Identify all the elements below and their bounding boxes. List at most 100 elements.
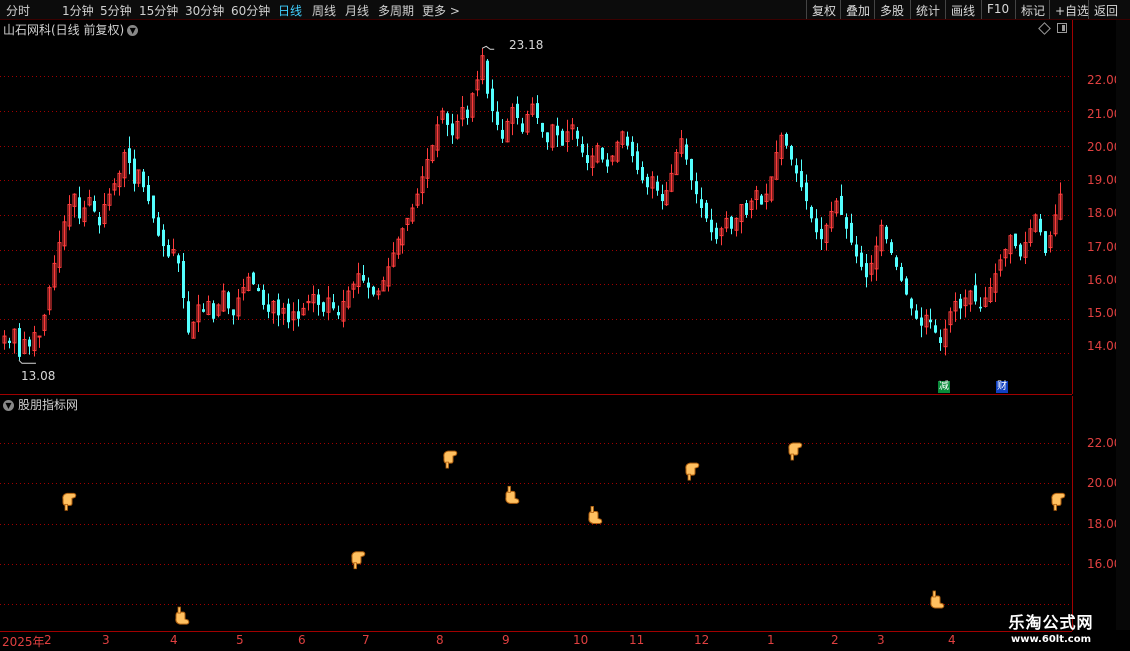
right-scroll-strip[interactable] — [1116, 20, 1130, 630]
reduce-holding-badge[interactable]: 减 — [938, 381, 950, 393]
sell-signal-icon[interactable] — [505, 485, 520, 504]
candle-body — [700, 199, 703, 208]
buy-signal-icon[interactable] — [443, 450, 458, 469]
candle-body — [367, 282, 370, 288]
candle-body — [561, 130, 564, 146]
candle-body — [297, 311, 300, 319]
statistics-button[interactable]: 统计 — [910, 0, 945, 19]
mark-button[interactable]: 标记 — [1015, 0, 1050, 19]
candle-body — [536, 103, 539, 118]
period-tab-more[interactable]: 更多 > — [422, 2, 460, 19]
candle-body — [177, 255, 180, 264]
period-tab-weekly[interactable]: 周线 — [312, 2, 336, 19]
candle-body — [451, 123, 454, 136]
candle-body — [905, 278, 908, 295]
date-axis: 2025年 2 3 4 5 6 7 8 9 10 11 12 1 2 3 4 — [0, 631, 1072, 651]
candle-body — [860, 252, 863, 267]
candle-body — [815, 218, 818, 233]
buy-signal-icon[interactable] — [351, 551, 366, 570]
back-button[interactable]: 返回 — [1088, 0, 1123, 19]
month-label: 12 — [694, 633, 710, 647]
candle-body — [656, 181, 659, 191]
buy-signal-icon[interactable] — [788, 442, 803, 461]
candle-body — [37, 335, 42, 338]
candle-body — [581, 144, 584, 153]
candle-body — [805, 182, 808, 202]
period-tab-daily[interactable]: 日线 — [278, 2, 302, 19]
draw-line-button[interactable]: 画线 — [945, 0, 980, 19]
candle-body — [446, 113, 449, 125]
month-label: 11 — [629, 633, 645, 647]
month-label: 4 — [948, 633, 956, 647]
period-tab-60min[interactable]: 60分钟 — [231, 2, 270, 19]
financial-report-badge[interactable]: 财 — [996, 381, 1008, 393]
high-price-label: 23.18 — [509, 38, 544, 52]
period-tab-5min[interactable]: 5分钟 — [100, 2, 132, 19]
candlestick-chart[interactable] — [0, 20, 1072, 394]
candle-body — [920, 317, 923, 326]
candle-body — [745, 203, 748, 215]
candle-body — [586, 155, 589, 163]
sell-signal-icon[interactable] — [175, 606, 190, 625]
candle-body — [641, 167, 644, 181]
month-label: 1 — [767, 633, 775, 647]
candle-body — [167, 245, 170, 257]
buy-signal-icon[interactable] — [62, 492, 77, 511]
overlay-button[interactable]: 叠加 — [840, 0, 875, 19]
candle-body — [934, 325, 937, 333]
candle-body — [133, 158, 136, 184]
candle-body — [287, 303, 290, 323]
candle-body — [885, 226, 888, 240]
period-tab-1min[interactable]: 1分钟 — [62, 2, 94, 19]
candle-body — [93, 200, 96, 212]
candle-body — [631, 141, 634, 157]
candle-body — [810, 206, 813, 219]
fuquan-button[interactable]: 复权 — [806, 0, 841, 19]
candle-body — [262, 289, 265, 305]
panel-maximize-icon[interactable] — [1057, 23, 1067, 33]
period-tab-multi[interactable]: 多周期 — [378, 2, 414, 19]
candle-body — [362, 275, 365, 281]
candle-body — [142, 171, 145, 188]
candle-body — [601, 147, 604, 160]
candle-body — [152, 195, 155, 219]
candle-body — [900, 266, 903, 281]
period-tab-15min[interactable]: 15分钟 — [139, 2, 178, 19]
buy-signal-icon[interactable] — [685, 462, 700, 481]
candle-body — [337, 312, 340, 316]
candle-body — [890, 242, 893, 253]
period-tab-fenshi[interactable]: 分时 — [6, 2, 30, 19]
chevron-down-icon[interactable]: ▼ — [127, 25, 139, 36]
candle-body — [915, 310, 918, 319]
candle-body — [715, 227, 718, 240]
month-label: 6 — [298, 633, 306, 647]
indicator-title: 股朋指标网 — [18, 398, 79, 412]
sub-right-axis-line — [1072, 396, 1073, 631]
sell-signal-icon[interactable] — [588, 506, 603, 524]
low-marker — [18, 359, 36, 364]
sell-signal-icon[interactable] — [930, 590, 945, 609]
candle-body — [466, 109, 469, 118]
candle-body — [232, 309, 235, 316]
multi-stock-button[interactable]: 多股 — [874, 0, 909, 19]
f10-button[interactable]: F10 — [981, 0, 1014, 19]
month-label: 3 — [877, 633, 885, 647]
candle-body — [521, 123, 524, 132]
period-tab-monthly[interactable]: 月线 — [345, 2, 369, 19]
candle-body — [8, 340, 11, 343]
indicator-chart[interactable] — [0, 396, 1072, 631]
candle-body — [182, 260, 185, 298]
candle-body — [496, 111, 499, 125]
candle-body — [695, 181, 698, 195]
period-tab-30min[interactable]: 30分钟 — [185, 2, 224, 19]
candle-body — [18, 328, 21, 357]
chevron-down-icon[interactable]: ▼ — [3, 400, 14, 411]
period-toolbar: 分时 1分钟 5分钟 15分钟 30分钟 60分钟 日线 周线 月线 多周期 更… — [0, 0, 1130, 20]
candle-body — [606, 159, 609, 167]
candle-body — [322, 302, 325, 312]
buy-signal-icon[interactable] — [1051, 492, 1066, 511]
candle-body — [939, 337, 942, 343]
month-label: 2 — [831, 633, 839, 647]
sub-panel-title: ▼ 股朋指标网 — [3, 396, 78, 413]
candle-body — [626, 136, 629, 146]
